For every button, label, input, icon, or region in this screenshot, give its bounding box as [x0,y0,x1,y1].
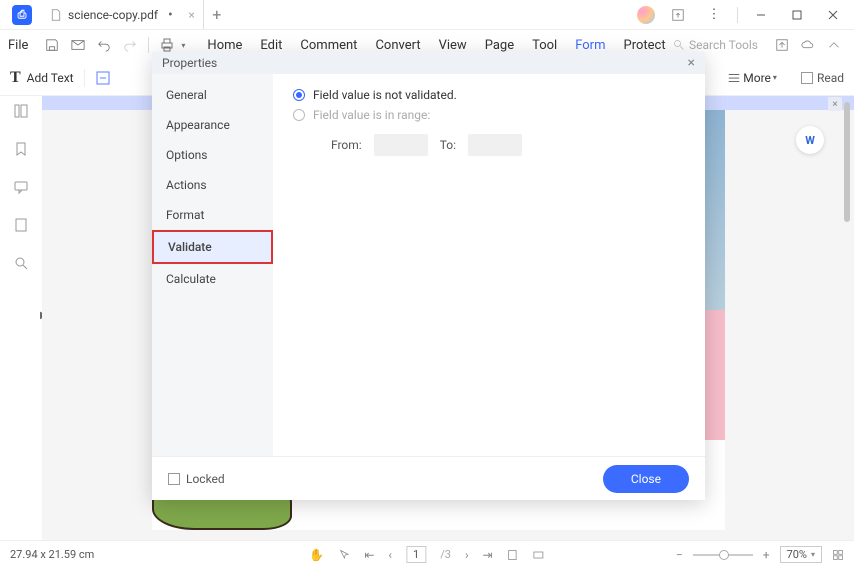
menu-page[interactable]: Page [485,38,514,53]
zoom-value[interactable]: 70%▾ [780,546,822,563]
read-label: Read [817,71,844,85]
maximize-button[interactable] [784,2,810,28]
search-icon [673,39,685,51]
more-dropdown[interactable]: More ▾ [727,71,777,85]
next-page-icon[interactable]: › [465,548,469,562]
attachment-icon[interactable] [12,216,30,234]
collapse-ribbon-icon[interactable] [822,33,846,57]
tab-doc-icon [50,9,62,21]
page-input[interactable]: 1 [406,546,426,563]
menu-home[interactable]: Home [207,38,242,53]
status-bar: 27.94 x 21.59 cm ✋ ⇤ ‹ 1 /3 › ⇥ − + 70%▾ [0,540,854,568]
search-rail-icon[interactable] [12,254,30,272]
select-tool-icon[interactable] [338,549,350,561]
share-box-icon[interactable] [665,2,691,28]
add-text-label: Add Text [27,71,74,85]
locked-toggle[interactable]: Locked [168,472,225,486]
dlg-tab-format[interactable]: Format [152,200,273,230]
menu-items: Home Edit Comment Convert View Page Tool… [207,38,665,53]
zoom-in-icon[interactable]: + [763,548,770,562]
file-menu[interactable]: File [8,38,28,53]
dlg-tab-actions[interactable]: Actions [152,170,273,200]
word-export-badge[interactable]: W [796,126,824,154]
left-rail [0,96,42,540]
from-label: From: [331,138,362,152]
search-tools[interactable]: Search Tools [673,38,758,52]
menu-form[interactable]: Form [575,38,605,53]
dialog-header[interactable]: Properties × [152,52,705,74]
dialog-title: Properties [162,56,217,70]
zoom-out-icon[interactable]: − [676,548,683,562]
redo-icon[interactable] [118,33,142,57]
cloud-icon[interactable] [796,33,820,57]
dlg-tab-validate[interactable]: Validate [152,230,273,264]
properties-dialog: Properties × General Appearance Options … [152,52,705,500]
dlg-tab-options[interactable]: Options [152,140,273,170]
bookmark-icon[interactable] [12,140,30,158]
radio-in-range[interactable]: Field value is in range: [293,108,685,122]
mail-icon[interactable] [66,33,90,57]
new-tab-button[interactable]: + [204,5,230,24]
close-button[interactable]: Close [603,465,689,493]
menu-view[interactable]: View [439,38,467,53]
close-window-button[interactable] [820,2,846,28]
comment-icon[interactable] [12,178,30,196]
first-page-icon[interactable]: ⇤ [364,548,374,562]
to-input[interactable] [468,134,522,156]
dialog-close-icon[interactable]: × [688,55,695,71]
prev-page-icon[interactable]: ‹ [388,548,392,562]
document-tab[interactable]: science-copy.pdf • × [42,0,204,29]
undo-icon[interactable] [92,33,116,57]
radio-on-icon[interactable] [293,89,305,101]
title-bar: ⎙ science-copy.pdf • × + ⋮ [0,0,854,30]
hamburger-icon [727,71,741,85]
dlg-tab-appearance[interactable]: Appearance [152,110,273,140]
dialog-content: Field value is not validated. Field valu… [273,74,705,456]
menu-edit[interactable]: Edit [260,38,282,53]
menu-convert[interactable]: Convert [375,38,420,53]
tab-title: science-copy.pdf [68,8,158,22]
more-label: More [743,71,771,85]
opt2-label: Field value is in range: [313,108,430,122]
from-input[interactable] [374,134,428,156]
locked-checkbox[interactable] [168,473,180,485]
to-label: To: [440,138,456,152]
unsaved-dot: • [168,7,173,23]
read-toggle[interactable]: Read [801,71,844,85]
last-page-icon[interactable]: ⇥ [483,548,493,562]
ai-orb-icon[interactable] [637,6,655,24]
scrollbar-thumb[interactable] [844,102,850,222]
radio-not-validated[interactable]: Field value is not validated. [293,88,685,102]
dlg-tab-general[interactable]: General [152,80,273,110]
fullscreen-icon[interactable] [832,549,844,561]
add-text-tool[interactable]: T Add Text [10,69,74,87]
export-icon[interactable] [770,33,794,57]
text-icon: T [10,69,21,87]
menu-dots-icon[interactable]: ⋮ [701,2,727,28]
read-checkbox[interactable] [801,72,813,84]
edit-icon[interactable] [95,70,111,86]
fit-page-icon[interactable] [507,549,519,561]
page-dimensions: 27.94 x 21.59 cm [10,548,94,561]
minimize-button[interactable] [748,2,774,28]
search-placeholder: Search Tools [689,38,758,52]
fit-width-icon[interactable] [533,549,545,561]
dlg-tab-calculate[interactable]: Calculate [152,264,273,294]
save-icon[interactable] [40,33,64,57]
app-logo: ⎙ [12,5,32,25]
menu-protect[interactable]: Protect [624,38,666,53]
opt1-label: Field value is not validated. [313,88,457,102]
close-tab-icon[interactable]: × [188,8,194,22]
panel-close-icon[interactable]: × [828,97,842,111]
zoom-slider[interactable] [693,554,753,556]
locked-label: Locked [186,472,225,486]
menu-tool[interactable]: Tool [532,38,557,53]
hand-tool-icon[interactable]: ✋ [309,548,324,562]
dialog-tabs: General Appearance Options Actions Forma… [152,74,273,456]
radio-off-icon[interactable] [293,109,305,121]
thumbnails-icon[interactable] [12,102,30,120]
page-total: /3 [440,548,451,561]
menu-comment[interactable]: Comment [300,38,357,53]
